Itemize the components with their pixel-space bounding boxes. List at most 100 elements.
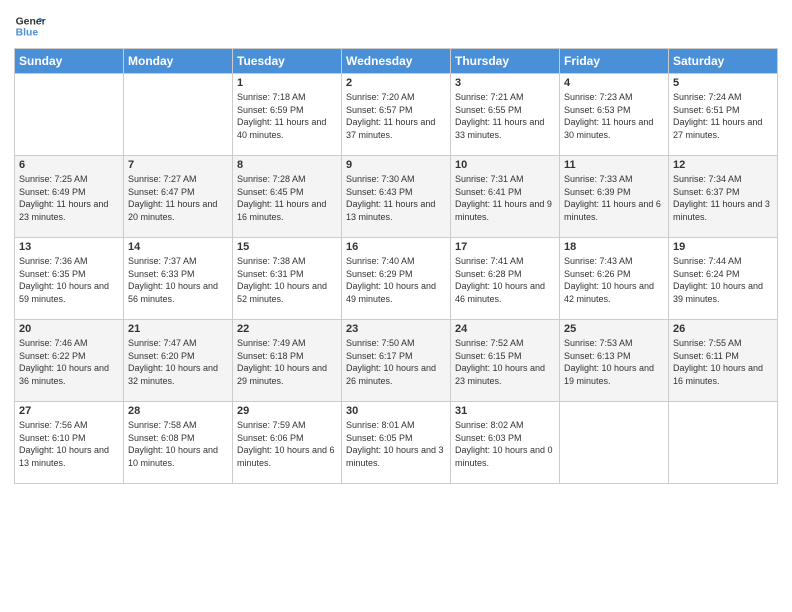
day-number: 18 — [564, 241, 664, 253]
calendar-week-row: 27 Sunrise: 7:56 AMSunset: 6:10 PMDayligh… — [15, 402, 778, 484]
day-info: Sunrise: 7:43 AMSunset: 6:26 PMDaylight:… — [564, 255, 664, 305]
day-info: Sunrise: 7:21 AMSunset: 6:55 PMDaylight:… — [455, 91, 555, 141]
day-info: Sunrise: 8:02 AMSunset: 6:03 PMDaylight:… — [455, 419, 555, 469]
svg-text:Blue: Blue — [16, 28, 39, 39]
calendar-cell: 30 Sunrise: 8:01 AMSunset: 6:05 PMDayligh… — [342, 402, 451, 484]
calendar-cell: 27 Sunrise: 7:56 AMSunset: 6:10 PMDayligh… — [15, 402, 124, 484]
calendar-header-row: SundayMondayTuesdayWednesdayThursdayFrid… — [15, 49, 778, 74]
calendar-cell: 20 Sunrise: 7:46 AMSunset: 6:22 PMDayligh… — [15, 320, 124, 402]
day-info: Sunrise: 7:34 AMSunset: 6:37 PMDaylight:… — [673, 173, 773, 223]
day-info: Sunrise: 7:46 AMSunset: 6:22 PMDaylight:… — [19, 337, 119, 387]
day-info: Sunrise: 7:33 AMSunset: 6:39 PMDaylight:… — [564, 173, 664, 223]
day-info: Sunrise: 7:25 AMSunset: 6:49 PMDaylight:… — [19, 173, 119, 223]
calendar-cell: 14 Sunrise: 7:37 AMSunset: 6:33 PMDayligh… — [124, 238, 233, 320]
day-info: Sunrise: 7:31 AMSunset: 6:41 PMDaylight:… — [455, 173, 555, 223]
day-number: 30 — [346, 405, 446, 417]
calendar-cell: 12Sunrise: 7:34 AMSunset: 6:37 PMDayligh… — [669, 156, 778, 238]
calendar-cell: 16 Sunrise: 7:40 AMSunset: 6:29 PMDayligh… — [342, 238, 451, 320]
calendar-cell: 19 Sunrise: 7:44 AMSunset: 6:24 PMDayligh… — [669, 238, 778, 320]
day-info: Sunrise: 7:36 AMSunset: 6:35 PMDaylight:… — [19, 255, 119, 305]
day-info: Sunrise: 7:52 AMSunset: 6:15 PMDaylight:… — [455, 337, 555, 387]
day-number: 5 — [673, 77, 773, 89]
calendar-week-row: 6 Sunrise: 7:25 AMSunset: 6:49 PMDaylight… — [15, 156, 778, 238]
day-info: Sunrise: 8:01 AMSunset: 6:05 PMDaylight:… — [346, 419, 446, 469]
svg-text:General: General — [16, 16, 46, 27]
day-info: Sunrise: 7:38 AMSunset: 6:31 PMDaylight:… — [237, 255, 337, 305]
calendar-cell: 31 Sunrise: 8:02 AMSunset: 6:03 PMDayligh… — [451, 402, 560, 484]
day-number: 6 — [19, 159, 119, 171]
logo: General Blue — [14, 10, 46, 42]
calendar-week-row: 20 Sunrise: 7:46 AMSunset: 6:22 PMDayligh… — [15, 320, 778, 402]
calendar-cell — [669, 402, 778, 484]
calendar-cell: 18 Sunrise: 7:43 AMSunset: 6:26 PMDayligh… — [560, 238, 669, 320]
day-info: Sunrise: 7:44 AMSunset: 6:24 PMDaylight:… — [673, 255, 773, 305]
calendar-cell: 8Sunrise: 7:28 AMSunset: 6:45 PMDaylight… — [233, 156, 342, 238]
calendar-cell: 21 Sunrise: 7:47 AMSunset: 6:20 PMDayligh… — [124, 320, 233, 402]
day-info: Sunrise: 7:41 AMSunset: 6:28 PMDaylight:… — [455, 255, 555, 305]
calendar-day-header: Tuesday — [233, 49, 342, 74]
day-info: Sunrise: 7:23 AMSunset: 6:53 PMDaylight:… — [564, 91, 664, 141]
calendar-cell: 25Sunrise: 7:53 AMSunset: 6:13 PMDayligh… — [560, 320, 669, 402]
calendar-day-header: Monday — [124, 49, 233, 74]
calendar-week-row: 1Sunrise: 7:18 AMSunset: 6:59 PMDaylight… — [15, 74, 778, 156]
calendar-cell — [560, 402, 669, 484]
day-number: 8 — [237, 159, 337, 171]
day-number: 24 — [455, 323, 555, 335]
calendar-day-header: Friday — [560, 49, 669, 74]
page: General Blue SundayMondayTuesdayWednesda… — [0, 0, 792, 612]
day-info: Sunrise: 7:20 AMSunset: 6:57 PMDaylight:… — [346, 91, 446, 141]
calendar-day-header: Sunday — [15, 49, 124, 74]
calendar-cell: 29Sunrise: 7:59 AMSunset: 6:06 PMDayligh… — [233, 402, 342, 484]
calendar-cell: 9Sunrise: 7:30 AMSunset: 6:43 PMDaylight… — [342, 156, 451, 238]
day-number: 13 — [19, 241, 119, 253]
day-info: Sunrise: 7:37 AMSunset: 6:33 PMDaylight:… — [128, 255, 228, 305]
calendar-cell: 10 Sunrise: 7:31 AMSunset: 6:41 PMDayligh… — [451, 156, 560, 238]
day-info: Sunrise: 7:56 AMSunset: 6:10 PMDaylight:… — [19, 419, 119, 469]
calendar-cell: 5Sunrise: 7:24 AMSunset: 6:51 PMDaylight… — [669, 74, 778, 156]
day-number: 21 — [128, 323, 228, 335]
day-number: 28 — [128, 405, 228, 417]
calendar-cell: 13 Sunrise: 7:36 AMSunset: 6:35 PMDayligh… — [15, 238, 124, 320]
day-number: 22 — [237, 323, 337, 335]
day-number: 29 — [237, 405, 337, 417]
day-number: 19 — [673, 241, 773, 253]
day-info: Sunrise: 7:27 AMSunset: 6:47 PMDaylight:… — [128, 173, 228, 223]
calendar-cell: 4 Sunrise: 7:23 AMSunset: 6:53 PMDaylight… — [560, 74, 669, 156]
calendar-cell: 2Sunrise: 7:20 AMSunset: 6:57 PMDaylight… — [342, 74, 451, 156]
calendar-day-header: Wednesday — [342, 49, 451, 74]
day-number: 23 — [346, 323, 446, 335]
calendar-cell: 22 Sunrise: 7:49 AMSunset: 6:18 PMDayligh… — [233, 320, 342, 402]
day-number: 16 — [346, 241, 446, 253]
calendar-cell: 24 Sunrise: 7:52 AMSunset: 6:15 PMDayligh… — [451, 320, 560, 402]
header: General Blue — [14, 10, 778, 42]
calendar-cell: 3 Sunrise: 7:21 AMSunset: 6:55 PMDaylight… — [451, 74, 560, 156]
calendar-table: SundayMondayTuesdayWednesdayThursdayFrid… — [14, 48, 778, 484]
calendar-day-header: Saturday — [669, 49, 778, 74]
calendar-cell: 23 Sunrise: 7:50 AMSunset: 6:17 PMDayligh… — [342, 320, 451, 402]
day-number: 31 — [455, 405, 555, 417]
day-number: 15 — [237, 241, 337, 253]
day-number: 3 — [455, 77, 555, 89]
day-number: 20 — [19, 323, 119, 335]
calendar-cell: 28Sunrise: 7:58 AMSunset: 6:08 PMDayligh… — [124, 402, 233, 484]
day-number: 27 — [19, 405, 119, 417]
day-info: Sunrise: 7:40 AMSunset: 6:29 PMDaylight:… — [346, 255, 446, 305]
day-number: 4 — [564, 77, 664, 89]
day-number: 14 — [128, 241, 228, 253]
day-info: Sunrise: 7:49 AMSunset: 6:18 PMDaylight:… — [237, 337, 337, 387]
day-number: 7 — [128, 159, 228, 171]
day-number: 17 — [455, 241, 555, 253]
day-number: 25 — [564, 323, 664, 335]
calendar-cell: 26Sunrise: 7:55 AMSunset: 6:11 PMDayligh… — [669, 320, 778, 402]
day-info: Sunrise: 7:55 AMSunset: 6:11 PMDaylight:… — [673, 337, 773, 387]
day-number: 10 — [455, 159, 555, 171]
calendar-cell: 11Sunrise: 7:33 AMSunset: 6:39 PMDayligh… — [560, 156, 669, 238]
calendar-cell: 6 Sunrise: 7:25 AMSunset: 6:49 PMDaylight… — [15, 156, 124, 238]
calendar-cell: 17 Sunrise: 7:41 AMSunset: 6:28 PMDayligh… — [451, 238, 560, 320]
calendar-cell: 7 Sunrise: 7:27 AMSunset: 6:47 PMDaylight… — [124, 156, 233, 238]
calendar-cell: 1Sunrise: 7:18 AMSunset: 6:59 PMDaylight… — [233, 74, 342, 156]
day-info: Sunrise: 7:47 AMSunset: 6:20 PMDaylight:… — [128, 337, 228, 387]
day-number: 1 — [237, 77, 337, 89]
day-info: Sunrise: 7:50 AMSunset: 6:17 PMDaylight:… — [346, 337, 446, 387]
day-number: 9 — [346, 159, 446, 171]
